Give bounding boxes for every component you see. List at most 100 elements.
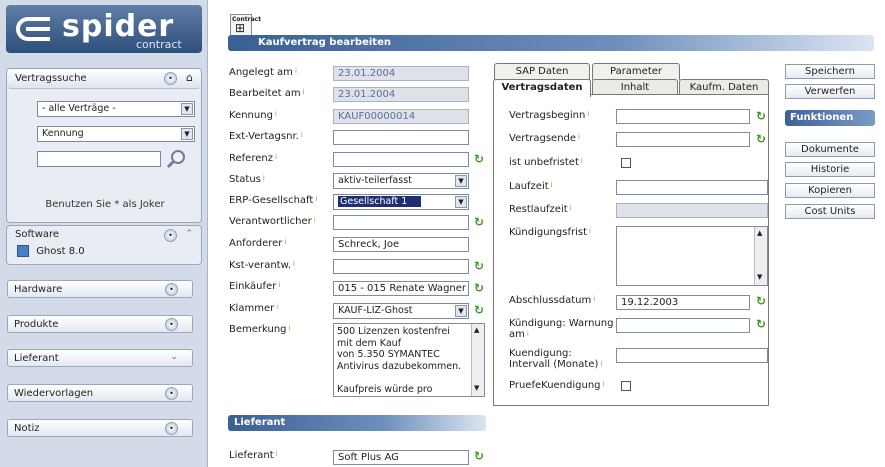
- kopieren-button[interactable]: Kopieren: [785, 183, 875, 198]
- joker-hint: Benutzen Sie * als Joker: [45, 199, 165, 210]
- intervall-field[interactable]: [616, 348, 768, 363]
- search-panel: Vertragssuche • ⌂ - alle Verträge - ▼ Ken…: [6, 68, 202, 223]
- discard-button[interactable]: Verwerfen: [785, 84, 875, 99]
- extnr-field[interactable]: [333, 130, 469, 145]
- home-icon[interactable]: ⌂: [186, 71, 193, 84]
- expand-icon[interactable]: •: [165, 283, 178, 296]
- panel-produkte-label: Produkte: [14, 319, 59, 330]
- refresh-icon[interactable]: ↻: [474, 153, 486, 165]
- scroll-down-icon[interactable]: ▼: [474, 384, 479, 392]
- expand-icon[interactable]: •: [165, 318, 178, 331]
- search-field-select[interactable]: Kennung ▼: [37, 126, 195, 142]
- panel-hardware[interactable]: Hardware •: [7, 280, 193, 298]
- scroll-up-icon[interactable]: ▲: [757, 229, 762, 237]
- bemerkung-label: Bemerkung i: [229, 324, 291, 335]
- kst-label: Kst-verantw. i: [229, 260, 295, 271]
- refresh-icon[interactable]: ↻: [474, 304, 486, 316]
- verantwortlicher-field[interactable]: [333, 215, 469, 230]
- double-chevron-up-icon[interactable]: ⌃: [185, 229, 193, 239]
- sidebar: spider contract Vertragssuche • ⌂ - alle…: [0, 0, 208, 467]
- extnr-label: Ext-Vertagsnr. i: [229, 131, 303, 142]
- kennung-field: KAUF00000014: [333, 109, 469, 124]
- historie-button[interactable]: Historie: [785, 162, 875, 177]
- cost-units-button[interactable]: Cost Units: [785, 204, 875, 219]
- warnung-label: Kündigung: Warnung am i: [509, 318, 614, 340]
- tab-parameter[interactable]: Parameter: [592, 63, 680, 80]
- kuendigungsfrist-scrollbar[interactable]: ▲ ▼: [754, 227, 767, 285]
- klammer-select[interactable]: KAUF-LIZ-Ghost ▼: [333, 303, 469, 319]
- software-panel-header[interactable]: Software • ⌃: [7, 226, 201, 244]
- chevron-down-icon: ▼: [181, 128, 193, 140]
- chevron-down-icon: ▼: [455, 175, 467, 187]
- lieferant-section-header: Lieferant: [228, 415, 486, 431]
- scroll-up-icon[interactable]: ▲: [474, 326, 479, 334]
- pruefe-checkbox[interactable]: [621, 381, 631, 391]
- erp-label: ERP-Gesellschaft i: [229, 195, 318, 206]
- refresh-icon[interactable]: ↻: [474, 282, 486, 294]
- refresh-icon[interactable]: ↻: [474, 216, 486, 228]
- save-button[interactable]: Speichern: [785, 64, 875, 79]
- status-select[interactable]: aktiv-teilerfasst ▼: [333, 173, 469, 189]
- chevron-down-icon: ▼: [455, 196, 467, 208]
- bemerkung-textarea[interactable]: 500 Lizenzen kostenfrei mit dem Kauf von…: [333, 323, 485, 397]
- software-item[interactable]: Ghost 8.0: [17, 245, 85, 257]
- bearbeitet-field: 23.01.2004: [333, 87, 469, 102]
- verantwortlicher-label: Verantwortlicher i: [229, 216, 316, 227]
- abschlussdatum-field[interactable]: 19.12.2003: [616, 295, 750, 310]
- lieferant-label: Lieferant i: [229, 450, 278, 461]
- laufzeit-field[interactable]: [616, 180, 768, 195]
- panel-wiedervorlagen[interactable]: Wiedervorlagen •: [7, 384, 193, 402]
- bemerkung-scrollbar[interactable]: ▲ ▼: [471, 324, 484, 396]
- panel-notiz-label: Notiz: [14, 423, 40, 434]
- logo-subtext: contract: [136, 38, 182, 51]
- collapse-icon[interactable]: •: [164, 229, 177, 242]
- klammer-label: Klammer i: [229, 303, 279, 314]
- status-value: aktiv-teilerfasst: [338, 175, 412, 186]
- contract-icon: Contract ⊞: [230, 14, 261, 36]
- vertragsende-label: Vertragsende i: [509, 133, 580, 144]
- dokumente-button[interactable]: Dokumente: [785, 142, 875, 157]
- search-icon[interactable]: [165, 148, 189, 170]
- kuendigungsfrist-textarea[interactable]: ▲ ▼: [616, 226, 768, 286]
- contract-filter-select[interactable]: - alle Verträge - ▼: [37, 101, 195, 117]
- bearbeitet-label: Bearbeitet am i: [229, 88, 305, 99]
- referenz-field[interactable]: [333, 152, 469, 167]
- einkaeufer-field[interactable]: 015 - 015 Renate Wagner: [333, 281, 469, 296]
- expand-icon[interactable]: •: [165, 387, 178, 400]
- referenz-label: Referenz i: [229, 153, 277, 164]
- refresh-icon[interactable]: ↻: [756, 295, 768, 307]
- refresh-icon[interactable]: ↻: [474, 260, 486, 272]
- tab-sap-daten[interactable]: SAP Daten: [494, 63, 590, 80]
- pruefe-label: PruefeKuendigung i: [509, 380, 605, 391]
- vertragsende-field[interactable]: [616, 132, 750, 147]
- warnung-field[interactable]: [616, 318, 750, 333]
- scroll-down-icon[interactable]: ▼: [757, 273, 762, 281]
- search-panel-header: Vertragssuche • ⌂: [7, 69, 201, 89]
- refresh-icon[interactable]: ↻: [756, 133, 768, 145]
- anforderer-field[interactable]: Schreck, Joe: [333, 237, 469, 252]
- unbefristet-checkbox[interactable]: [621, 158, 631, 168]
- search-input[interactable]: [37, 151, 161, 167]
- search-panel-title: Vertragssuche: [15, 73, 87, 84]
- refresh-icon[interactable]: ↻: [756, 318, 768, 330]
- panel-wiedervorlagen-label: Wiedervorlagen: [14, 388, 94, 399]
- vertragsbeginn-field[interactable]: [616, 109, 750, 124]
- panel-notiz[interactable]: Notiz •: [7, 419, 193, 437]
- lieferant-field[interactable]: Soft Plus AG: [333, 450, 469, 465]
- refresh-icon[interactable]: ↻: [756, 110, 768, 122]
- collapse-icon[interactable]: •: [164, 72, 177, 85]
- panel-lieferant[interactable]: Lieferant ⌄: [7, 349, 193, 367]
- restlaufzeit-field: [616, 203, 768, 218]
- double-chevron-down-icon[interactable]: ⌄: [170, 352, 178, 362]
- expand-icon[interactable]: •: [165, 422, 178, 435]
- angelegt-field: 23.01.2004: [333, 66, 469, 81]
- panel-produkte[interactable]: Produkte •: [7, 315, 193, 333]
- status-label: Status i: [229, 174, 265, 185]
- erp-select[interactable]: Gesellschaft 1 ▼: [333, 194, 469, 210]
- refresh-icon[interactable]: ↻: [474, 450, 486, 462]
- tab-vertragsdaten[interactable]: Vertragsdaten: [493, 79, 591, 97]
- contract-filter-value: - alle Verträge -: [42, 103, 116, 114]
- einkaeufer-label: Einkäufer i: [229, 281, 281, 292]
- erp-value: Gesellschaft 1: [338, 196, 422, 207]
- kst-field[interactable]: [333, 259, 469, 274]
